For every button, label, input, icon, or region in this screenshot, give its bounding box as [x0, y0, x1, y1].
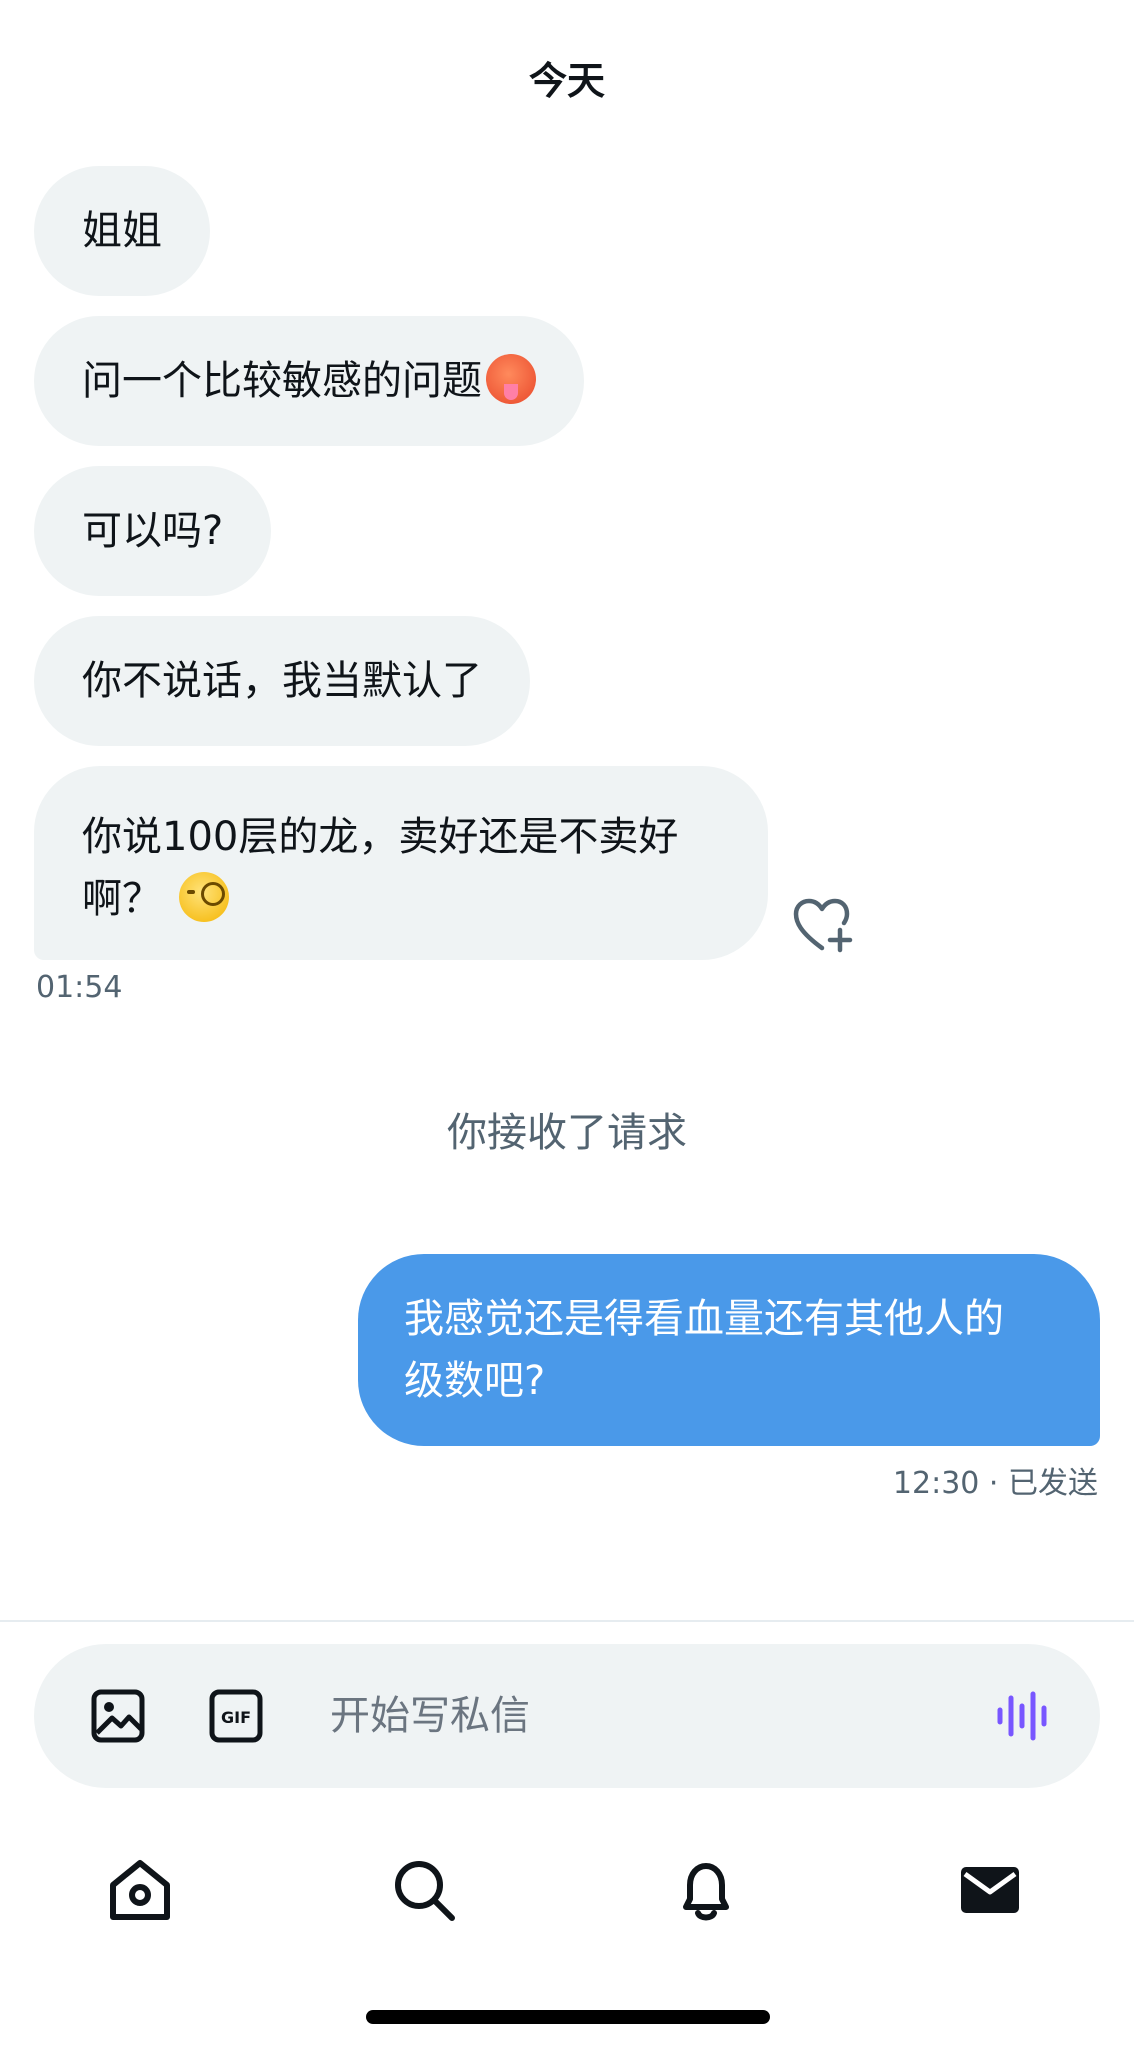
- voice-icon[interactable]: [992, 1686, 1052, 1746]
- image-icon[interactable]: [88, 1686, 148, 1746]
- dm-conversation-screen: 今天 姐姐 问一个比较敏感的问题 可以吗? 你不说话，我当默认了 你说100层的…: [0, 0, 1134, 2048]
- message-text-line: 你说100层的龙，卖好还是不卖好: [82, 814, 679, 860]
- home-indicator: [366, 2010, 770, 2024]
- message-bubble[interactable]: 姐姐: [34, 166, 210, 296]
- mail-icon[interactable]: [950, 1850, 1030, 1930]
- message-bubble[interactable]: 问一个比较敏感的问题: [34, 316, 584, 446]
- system-note: 你接收了请求: [447, 1110, 687, 1156]
- svg-text:GIF: GIF: [221, 1708, 251, 1727]
- heart-plus-icon[interactable]: [792, 898, 856, 954]
- message-timestamp: 01:54: [36, 970, 123, 1005]
- sent-status: 12:30 · 已发送: [892, 1466, 1098, 1501]
- message-bubble[interactable]: 可以吗?: [34, 466, 272, 596]
- monocle-face-emoji: [178, 872, 229, 922]
- bell-icon[interactable]: [666, 1850, 746, 1930]
- message-composer: GIF: [34, 1644, 1100, 1788]
- bottom-tab-bar: [0, 1840, 1134, 1960]
- message-text-line: 级数吧?: [404, 1358, 546, 1404]
- home-icon[interactable]: [100, 1850, 180, 1930]
- message-bubble[interactable]: 你说100层的龙，卖好还是不卖好 啊？: [34, 766, 768, 960]
- message-bubble[interactable]: 你不说话，我当默认了: [34, 616, 530, 746]
- message-text: 你不说话，我当默认了: [82, 658, 482, 704]
- day-header: 今天: [528, 59, 605, 103]
- hot-face-emoji: [486, 354, 536, 404]
- message-text: 可以吗?: [82, 508, 224, 554]
- message-text: 姐姐: [82, 208, 162, 254]
- message-text-line: 我感觉还是得看血量还有其他人的: [404, 1296, 1004, 1342]
- divider: [0, 1620, 1134, 1622]
- message-text-line: 啊？: [82, 876, 162, 922]
- search-icon[interactable]: [384, 1850, 464, 1930]
- gif-icon[interactable]: GIF: [206, 1686, 266, 1746]
- message-text: 问一个比较敏感的问题: [82, 358, 482, 404]
- message-input[interactable]: [330, 1644, 990, 1788]
- outgoing-message-bubble[interactable]: 我感觉还是得看血量还有其他人的 级数吧?: [358, 1254, 1100, 1446]
